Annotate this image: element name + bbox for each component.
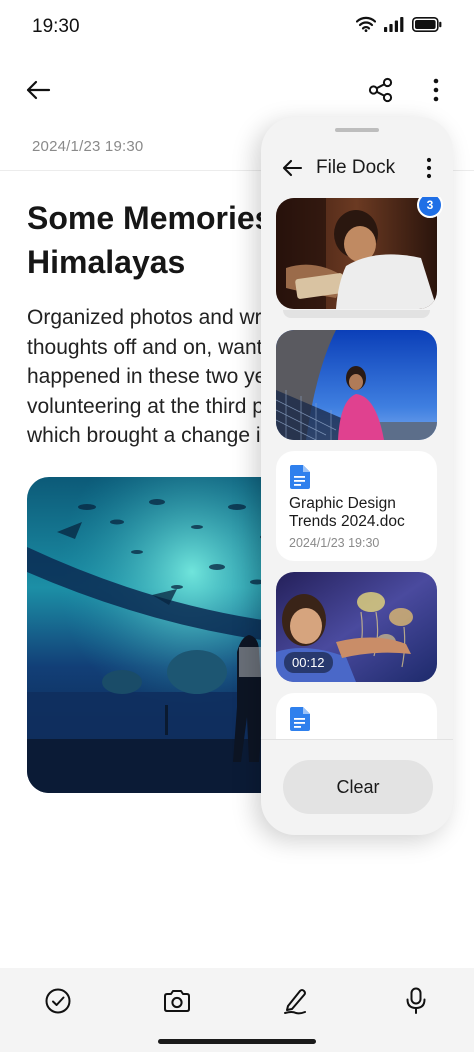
voice-button[interactable] [399,984,433,1018]
dock-header: File Dock [261,151,453,183]
dock-item-photo-boy[interactable] [276,198,437,309]
document-icon [290,465,310,489]
note-date: 2024/1/23 19:30 [32,138,144,155]
back-button[interactable] [20,72,56,108]
home-indicator[interactable] [158,1039,316,1044]
handwrite-button[interactable] [278,984,312,1018]
more-vertical-icon [433,78,439,102]
dock-more-button[interactable] [417,153,441,183]
dock-footer-divider [261,739,453,740]
boy-reading-image [276,198,437,309]
arrow-left-icon [282,159,303,177]
dock-item-document-2[interactable] [276,693,437,739]
girl-photo-image [276,330,437,440]
dock-back-button[interactable] [277,153,307,183]
stack-shadow [283,310,430,318]
dock-item-document[interactable]: Graphic Design Trends 2024.doc 2024/1/23… [276,451,437,561]
dock-title: File Dock [316,157,396,178]
status-bar: 19:30 [0,0,474,56]
dock-drag-handle[interactable] [335,128,379,132]
share-icon [368,77,393,103]
more-button[interactable] [420,72,452,108]
document-date: 2024/1/23 19:30 [289,536,380,550]
more-vertical-icon [426,157,432,179]
pen-icon [284,989,306,1015]
checklist-button[interactable] [41,984,75,1018]
dock-item-video[interactable]: 00:12 [276,572,437,682]
camera-icon [164,990,190,1012]
video-duration: 00:12 [284,652,333,673]
document-name: Graphic Design Trends 2024.doc [289,495,405,530]
stack-count-badge: 3 [417,197,443,218]
document-icon [290,707,310,731]
dock-item-photo-girl[interactable] [276,330,437,440]
camera-button[interactable] [160,984,194,1018]
battery-icon [412,16,442,32]
microphone-icon [406,987,426,1014]
share-button[interactable] [363,72,399,108]
dock-item-list[interactable]: 3 Graphic Design Trends 2024.doc 2024/1/… [261,197,453,739]
check-circle-icon [45,988,71,1014]
status-time: 19:30 [32,16,80,37]
arrow-left-icon [26,80,51,100]
app-bar [0,66,474,118]
wifi-icon [356,16,376,32]
signal-icon [384,16,404,32]
status-icons [356,16,442,32]
clear-button[interactable]: Clear [283,760,433,814]
file-dock-panel[interactable]: File Dock 3 Graphic Design Trends 2024.d… [261,117,453,835]
